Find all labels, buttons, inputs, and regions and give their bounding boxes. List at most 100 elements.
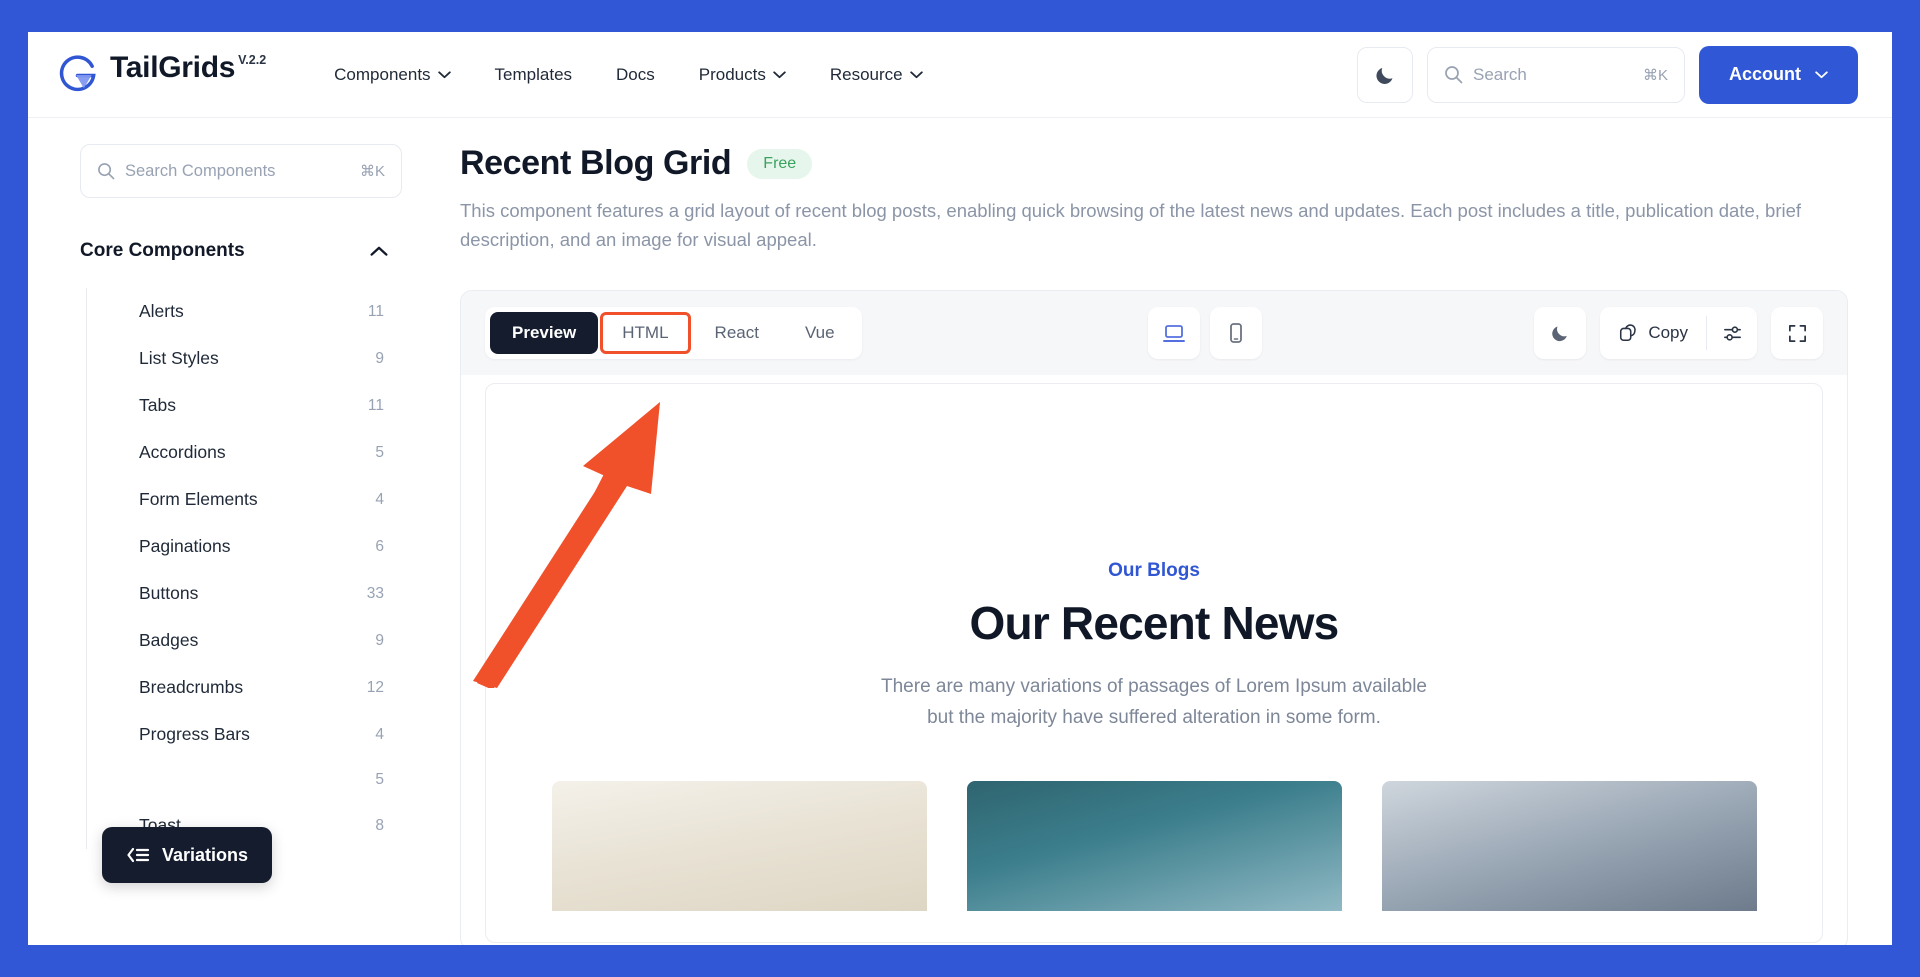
blog-grid-component: Our Blogs Our Recent News There are many…	[486, 384, 1822, 912]
tab-preview[interactable]: Preview	[490, 312, 599, 355]
sidebar-search-input[interactable]: Search Components ⌘K	[80, 144, 402, 198]
mobile-view-button[interactable]	[1209, 307, 1262, 360]
brand-name: TailGrids	[110, 51, 236, 84]
blog-card-grid	[486, 781, 1822, 912]
sliders-icon	[1723, 326, 1741, 341]
account-button-label: Account	[1729, 64, 1801, 84]
tab-label: React	[714, 323, 759, 343]
sidebar-item-label: Breadcrumbs	[139, 677, 244, 697]
sidebar-item-count: 11	[367, 302, 384, 320]
nav-link-label: Products	[698, 64, 766, 84]
sidebar-search-placeholder: Search Components	[125, 161, 276, 180]
sidebar-item-accordions[interactable]: Accordions 5	[87, 429, 402, 476]
browser-window: TailGrids V.2.2 Components Templates Doc…	[28, 32, 1892, 945]
sidebar-item-label: Tabs	[139, 395, 176, 415]
tailgrids-g-logo-icon	[59, 55, 96, 92]
sidebar-item-count: 5	[375, 771, 384, 788]
blog-card[interactable]	[1381, 781, 1757, 912]
desktop-icon	[1162, 325, 1185, 343]
sidebar-item-count: 9	[375, 349, 384, 367]
tab-label: HTML	[622, 323, 669, 343]
status-badge-free: Free	[747, 148, 813, 179]
tab-label: Preview	[512, 323, 577, 343]
blog-heading: Our Recent News	[969, 597, 1340, 650]
global-search-input[interactable]: Search ⌘K	[1427, 46, 1685, 103]
sidebar: Search Components ⌘K Core Components Ale…	[28, 118, 428, 945]
nav-link-templates[interactable]: Templates	[473, 55, 594, 95]
tab-vue[interactable]: Vue	[783, 312, 857, 354]
sidebar-item-badges[interactable]: Badges 9	[87, 617, 402, 664]
tab-react[interactable]: React	[693, 312, 781, 354]
preview-dark-mode-toggle[interactable]	[1534, 307, 1587, 360]
nav-link-docs[interactable]: Docs	[594, 55, 677, 95]
global-search-shortcut: ⌘K	[1642, 66, 1668, 84]
mobile-icon	[1229, 323, 1242, 344]
blog-card-image	[551, 781, 927, 912]
nav-link-resource[interactable]: Resource	[808, 55, 945, 95]
variations-toggle-button[interactable]: Variations	[102, 827, 273, 883]
nav-link-products[interactable]: Products	[677, 55, 808, 95]
blog-subtext-line-1: There are many variations of passages of…	[881, 676, 1427, 698]
sidebar-item-alerts[interactable]: Alerts 11	[87, 288, 402, 335]
sidebar-item-count: 33	[366, 584, 384, 602]
chevron-up-icon	[370, 246, 388, 256]
sidebar-item-label: Badges	[139, 630, 199, 650]
sidebar-item-count: 8	[375, 816, 384, 834]
page-description: This component features a grid layout of…	[460, 200, 1802, 250]
page-body: Search Components ⌘K Core Components Ale…	[28, 118, 1892, 945]
chevron-down-icon	[1815, 70, 1828, 78]
blog-card[interactable]	[966, 781, 1342, 912]
chevron-down-icon	[437, 70, 451, 78]
desktop-view-button[interactable]	[1147, 307, 1200, 360]
playground-toolbar-right: Copy	[1534, 307, 1823, 360]
nav-link-components[interactable]: Components	[312, 55, 472, 95]
sidebar-item-label: Alerts	[139, 301, 184, 321]
sidebar-item-form-elements[interactable]: Form Elements 4	[87, 476, 402, 523]
sidebar-group-title: Core Components	[80, 240, 245, 261]
sidebar-item-tabs[interactable]: Tabs 11	[87, 382, 402, 429]
blog-card-image	[1381, 781, 1757, 912]
copy-button[interactable]: Copy	[1600, 307, 1706, 359]
nav-right-group: Search ⌘K Account	[1357, 45, 1858, 104]
sidebar-item-count: 9	[375, 631, 384, 649]
dark-mode-toggle[interactable]	[1357, 46, 1413, 103]
sidebar-item-progress-bars[interactable]: Progress Bars 4	[87, 711, 402, 758]
playground-toolbar: Preview HTML React Vue Copy	[461, 291, 1847, 376]
sidebar-search-shortcut: ⌘K	[359, 163, 385, 180]
sidebar-item-label: Paginations	[139, 536, 231, 556]
moon-icon	[1552, 326, 1568, 342]
sidebar-item-obscured[interactable]: 5	[87, 758, 402, 802]
copy-icon	[1620, 324, 1637, 342]
sidebar-item-label: Accordions	[139, 442, 226, 462]
sidebar-item-count: 4	[375, 725, 384, 743]
sidebar-item-list-styles[interactable]: List Styles 9	[87, 335, 402, 382]
main-nav-links: Components Templates Docs Products Resou…	[312, 55, 944, 95]
nav-link-label: Resource	[829, 64, 903, 84]
tab-label: Vue	[804, 323, 835, 343]
sidebar-item-label: Form Elements	[139, 489, 258, 509]
sidebar-item-count: 12	[366, 678, 384, 696]
preview-settings-button[interactable]	[1707, 307, 1757, 359]
global-search-placeholder: Search	[1473, 64, 1527, 84]
sidebar-item-breadcrumbs[interactable]: Breadcrumbs 12	[87, 664, 402, 711]
blog-eyebrow: Our Blogs	[1108, 560, 1200, 582]
chevron-down-icon	[773, 70, 786, 78]
blog-card[interactable]	[551, 781, 927, 912]
brand-logo-area[interactable]: TailGrids V.2.2	[56, 52, 266, 97]
copy-group: Copy	[1600, 307, 1757, 360]
sidebar-item-paginations[interactable]: Paginations 6	[87, 523, 402, 570]
collapse-menu-icon	[127, 847, 150, 863]
tab-html[interactable]: HTML	[600, 312, 691, 355]
nav-link-label: Docs	[616, 64, 655, 84]
top-navigation-bar: TailGrids V.2.2 Components Templates Doc…	[28, 32, 1892, 118]
blog-subtext-line-2: but the majority have suffered alteratio…	[927, 706, 1381, 728]
fullscreen-button[interactable]	[1771, 307, 1823, 360]
sidebar-group-core-components[interactable]: Core Components	[80, 240, 402, 262]
component-preview-frame: Our Blogs Our Recent News There are many…	[485, 383, 1823, 944]
nav-link-label: Components	[334, 64, 431, 84]
sidebar-component-list: Alerts 11 List Styles 9 Tabs 11 Accordio…	[86, 288, 402, 849]
sidebar-item-count: 6	[375, 537, 384, 555]
expand-icon	[1788, 324, 1806, 342]
sidebar-item-buttons[interactable]: Buttons 33	[87, 570, 402, 617]
account-button[interactable]: Account	[1699, 45, 1858, 104]
